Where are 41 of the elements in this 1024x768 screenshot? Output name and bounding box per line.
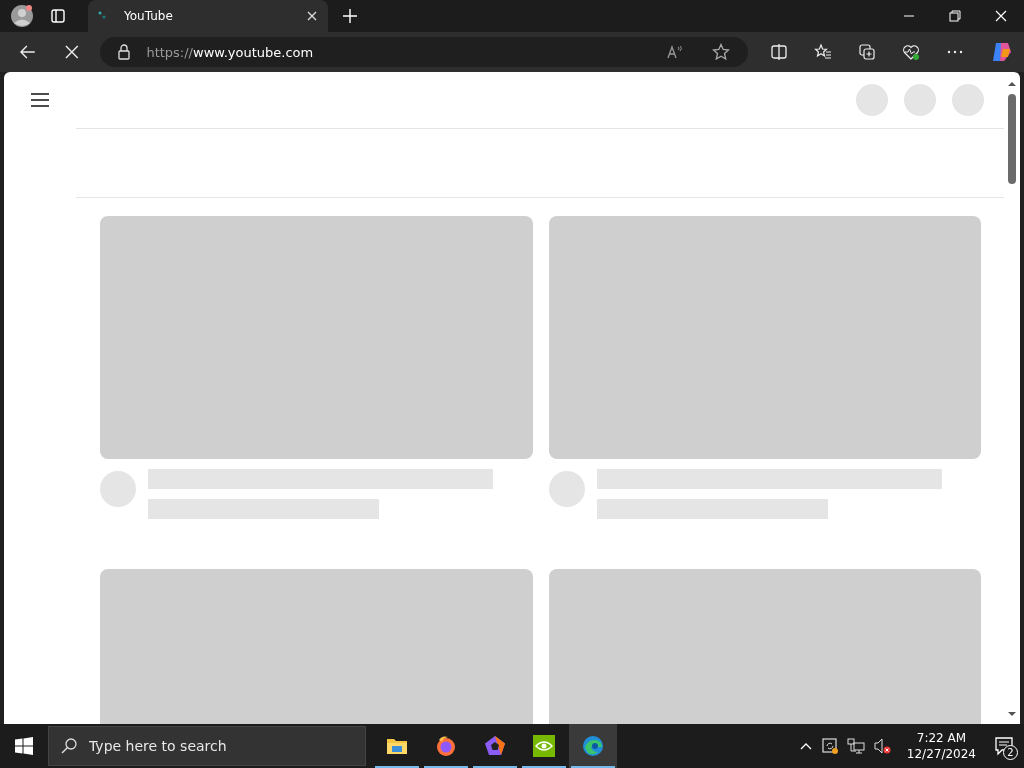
star-icon[interactable] [712,43,730,61]
network-icon[interactable] [846,737,865,755]
collections-icon[interactable] [858,43,876,61]
read-aloud-icon[interactable] [666,43,684,61]
profile-icon[interactable] [10,4,34,28]
heart-pulse-icon[interactable] [902,43,920,61]
loading-icon [98,11,108,21]
loading-placeholder [952,84,984,116]
clock[interactable]: 7:22 AM 12/27/2024 [898,730,984,762]
address-bar[interactable]: https://www.youtube.com [100,37,748,67]
loading-placeholder [856,84,888,116]
split-screen-icon[interactable] [770,43,788,61]
lock-icon [116,44,133,60]
menu-icon[interactable] [31,91,49,109]
avatar-placeholder [100,471,136,507]
loading-placeholder [904,84,936,116]
new-tab-icon[interactable] [342,8,358,24]
browser-tab[interactable]: YouTube [88,0,328,32]
copilot-icon[interactable] [990,40,1014,64]
windows-icon [15,737,33,755]
pentagon-icon [483,734,507,758]
favorites-icon[interactable] [814,43,832,61]
scroll-up-icon[interactable] [1008,80,1016,88]
muted-speaker-icon[interactable] [872,737,891,755]
sync-icon[interactable] [820,737,839,755]
scroll-thumb[interactable] [1008,94,1016,184]
tab-actions-icon[interactable] [50,8,66,24]
eye-logo-icon [532,734,556,758]
url-text: https://www.youtube.com [146,44,314,60]
message-icon [994,736,1014,756]
back-icon[interactable] [19,43,37,61]
wave-logo-icon [581,734,605,758]
browser-icon [434,734,458,758]
search-field[interactable]: Type here to search [48,726,366,766]
notifications-button[interactable]: 2 [984,724,1024,768]
notification-count: 2 [1003,745,1018,760]
avatar-placeholder [549,471,585,507]
restore-icon[interactable] [949,10,961,22]
close-icon[interactable] [306,10,318,22]
scroll-down-icon[interactable] [1008,710,1016,718]
search-icon [60,737,78,755]
